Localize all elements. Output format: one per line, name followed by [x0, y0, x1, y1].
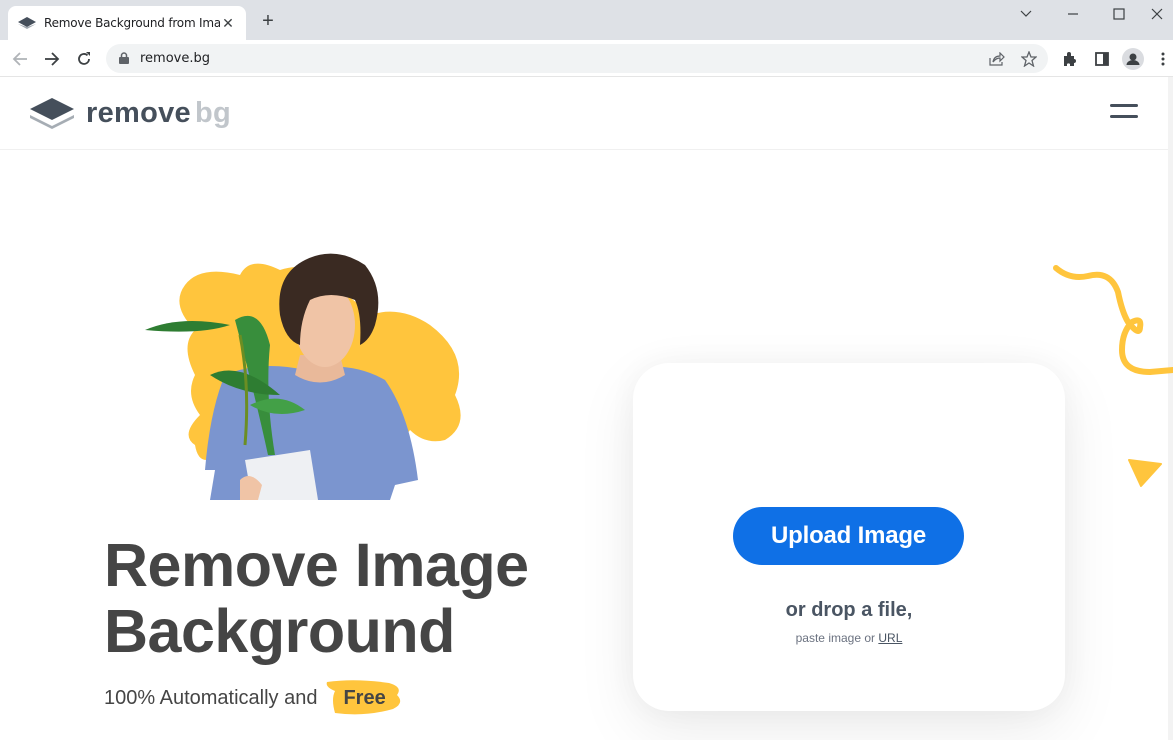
free-badge: Free — [327, 680, 401, 715]
close-window-icon[interactable] — [1140, 4, 1173, 24]
yellow-triangle-decoration — [1128, 459, 1162, 487]
reload-icon[interactable] — [73, 48, 95, 70]
maximize-icon[interactable] — [1096, 4, 1142, 24]
free-badge-text: Free — [343, 687, 386, 709]
side-panel-icon[interactable] — [1091, 48, 1113, 70]
profile-avatar-icon[interactable] — [1122, 48, 1144, 70]
paste-hint-text: paste image or — [795, 631, 876, 645]
headline-line-2: Background — [104, 597, 455, 665]
hero-headline: Remove Image Background — [104, 532, 529, 664]
share-icon[interactable] — [987, 49, 1007, 69]
page-scrollbar[interactable] — [1168, 77, 1173, 740]
subline-text: 100% Automatically and — [104, 687, 318, 709]
yellow-squiggle-decoration — [1053, 265, 1173, 376]
hamburger-menu-icon[interactable] — [1110, 104, 1138, 122]
logo-word-remove: remove — [86, 97, 191, 129]
upload-image-button[interactable]: Upload Image — [733, 507, 964, 565]
bookmark-star-icon[interactable] — [1019, 49, 1039, 69]
paste-hint: paste image or URL — [633, 631, 1065, 645]
logo-word-bg: bg — [194, 97, 232, 129]
browser-toolbar: remove.bg — [0, 40, 1173, 77]
logo-layers-icon — [30, 97, 74, 129]
extensions-puzzle-icon[interactable] — [1059, 48, 1081, 70]
headline-line-1: Remove Image — [104, 531, 529, 599]
browser-tab[interactable]: Remove Background from Image ✕ — [8, 6, 246, 40]
url-link[interactable]: URL — [878, 631, 902, 645]
drop-file-text: or drop a file, — [785, 599, 913, 621]
browser-tab-strip: Remove Background from Image ✕ + — [0, 0, 1173, 40]
lock-icon — [119, 52, 129, 64]
hero-subline: 100% Automatically and Free — [104, 680, 401, 715]
back-arrow-icon[interactable] — [9, 48, 31, 70]
new-tab-button[interactable]: + — [258, 11, 278, 31]
site-header: remove bg — [0, 77, 1168, 150]
url-text: remove.bg — [140, 51, 211, 66]
address-bar[interactable]: remove.bg — [106, 44, 1048, 73]
upload-dropzone-card[interactable]: Upload Image or drop a file, paste image… — [633, 363, 1065, 711]
tab-title: Remove Background from Image — [44, 16, 220, 30]
remove-bg-favicon-icon — [18, 17, 36, 29]
forward-arrow-icon[interactable] — [41, 48, 63, 70]
remove-bg-logo[interactable]: remove bg — [30, 97, 231, 130]
tab-close-icon[interactable]: ✕ — [220, 15, 236, 32]
hero-image-man-with-plant — [145, 253, 461, 500]
browser-menu-icon[interactable] — [1156, 48, 1170, 70]
minimize-icon[interactable] — [1050, 4, 1096, 24]
tab-search-chevron-icon[interactable] — [1003, 4, 1049, 24]
